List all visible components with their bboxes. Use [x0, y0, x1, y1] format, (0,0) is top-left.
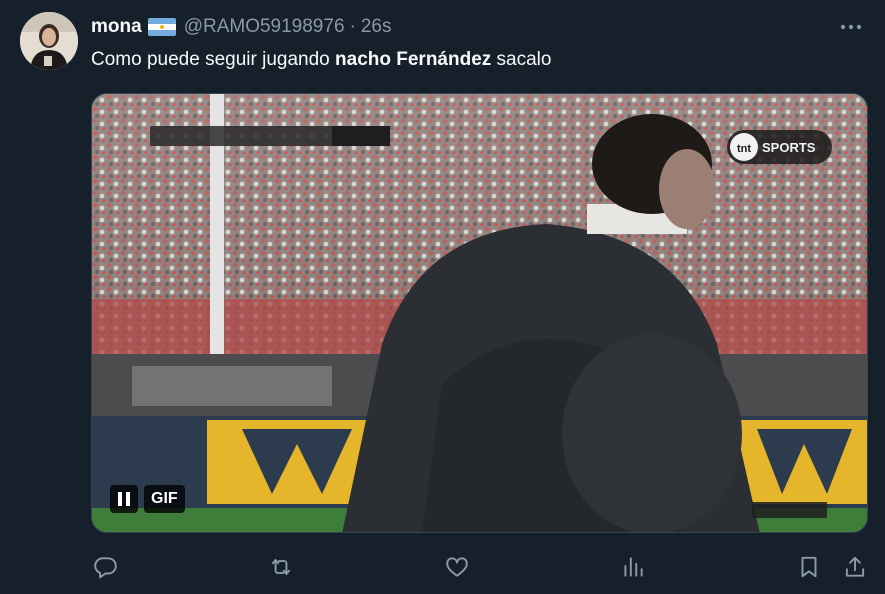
tweet-text: Como puede seguir jugando nacho Fernánde…	[91, 48, 551, 72]
pause-button[interactable]	[110, 485, 138, 513]
share-icon	[845, 556, 865, 577]
share-button[interactable]	[836, 548, 874, 586]
gif-controls: GIF	[110, 485, 185, 513]
retweet-icon	[271, 558, 291, 576]
tweet-text-start: Como puede seguir jugando	[91, 49, 336, 70]
pause-icon	[118, 492, 130, 506]
svg-text:SPORTS: SPORTS	[762, 140, 816, 155]
display-name[interactable]: mona	[91, 16, 142, 38]
timestamp[interactable]: 26s	[361, 16, 392, 38]
gif-frame: tnt SPORTS	[92, 94, 867, 532]
heart-icon	[446, 557, 468, 577]
user-handle[interactable]: @RAMO59198976	[184, 16, 345, 38]
views-button[interactable]	[614, 548, 652, 586]
tweet-actions	[0, 548, 885, 586]
more-icon	[840, 24, 862, 30]
gif-badge: GIF	[144, 485, 185, 513]
separator-dot: ·	[349, 16, 356, 37]
gif-media[interactable]: tnt SPORTS	[91, 93, 868, 533]
tweet-header: mona @RAMO59198976 · 26s	[91, 16, 391, 38]
retweet-button[interactable]	[262, 548, 300, 586]
reply-button[interactable]	[86, 548, 124, 586]
reply-icon	[94, 557, 117, 579]
bookmark-icon	[801, 556, 817, 578]
like-button[interactable]	[438, 548, 476, 586]
svg-text:tnt: tnt	[737, 143, 751, 155]
bookmark-button[interactable]	[790, 548, 828, 586]
tweet: mona @RAMO59198976 · 26s Como puede segu…	[0, 0, 885, 594]
tweet-text-end: sacalo	[491, 49, 552, 70]
argentina-flag-icon	[147, 18, 176, 36]
views-icon	[624, 557, 643, 577]
tweet-text-bold: nacho Fernández	[335, 49, 492, 70]
more-options-button[interactable]	[837, 16, 865, 38]
avatar[interactable]	[20, 12, 78, 70]
